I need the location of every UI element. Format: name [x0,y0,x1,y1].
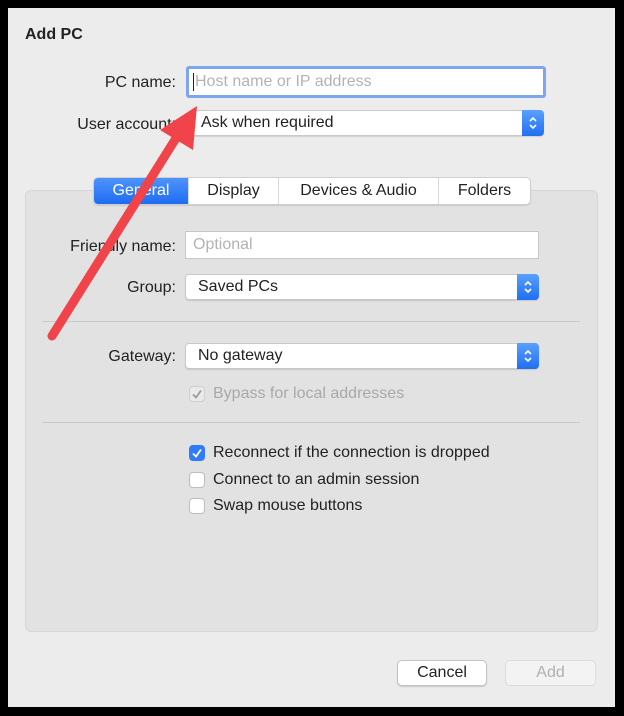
text-caret [193,73,194,91]
swap-mouse-label: Swap mouse buttons [213,497,363,514]
pc-name-input[interactable]: Host name or IP address [186,66,546,98]
bypass-local-label: Bypass for local addresses [213,385,405,402]
empty-checkbox-icon [189,472,205,488]
checkmark-icon [189,445,205,461]
swap-mouse-checkbox[interactable]: Swap mouse buttons [189,497,362,515]
reconnect-label: Reconnect if the connection is dropped [213,444,490,461]
tab-general[interactable]: General [94,178,189,204]
tab-folders[interactable]: Folders [439,178,530,204]
group-popup[interactable]: Saved PCs [185,274,539,300]
checkmark-icon [189,386,205,402]
empty-checkbox-icon [189,498,205,514]
reconnect-checkbox[interactable]: Reconnect if the connection is dropped [189,444,490,462]
chevron-up-down-icon [522,110,544,136]
tab-display[interactable]: Display [189,178,279,204]
friendly-name-label: Friendly name: [70,238,176,255]
friendly-name-placeholder: Optional [193,236,253,253]
friendly-name-input[interactable]: Optional [185,231,539,259]
group-value: Saved PCs [198,278,279,295]
tab-devices-audio[interactable]: Devices & Audio [279,178,439,204]
user-account-popup[interactable]: Ask when required [188,110,544,136]
pc-name-label: PC name: [104,74,176,91]
chevron-up-down-icon [517,274,539,300]
bypass-local-checkbox[interactable]: Bypass for local addresses [189,385,404,403]
tab-bar: General Display Devices & Audio Folders [93,177,531,205]
admin-session-label: Connect to an admin session [213,471,420,488]
dialog-title: Add PC [25,26,83,43]
section-divider [42,422,580,423]
group-label: Group: [127,279,176,296]
user-account-label: User account: [77,116,176,133]
gateway-popup[interactable]: No gateway [185,343,539,369]
user-account-value: Ask when required [201,114,334,131]
chevron-up-down-icon [517,343,539,369]
admin-session-checkbox[interactable]: Connect to an admin session [189,471,419,489]
section-divider [42,321,580,322]
pc-name-placeholder: Host name or IP address [195,73,372,90]
add-button[interactable]: Add [505,660,596,686]
gateway-value: No gateway [198,347,283,364]
gateway-label: Gateway: [108,348,176,365]
cancel-button[interactable]: Cancel [397,660,487,686]
